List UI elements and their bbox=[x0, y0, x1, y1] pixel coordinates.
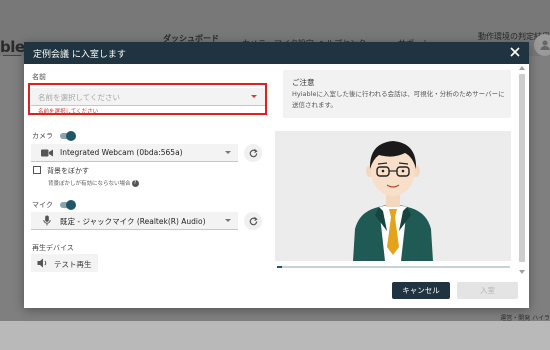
blur-help-note[interactable]: 背景ぼかしが有効にならない場合? bbox=[48, 179, 139, 187]
dialog-title: 定例会議 に入室します bbox=[33, 50, 126, 60]
playback-device-label: 再生デバイス bbox=[32, 244, 74, 252]
camera-device-select[interactable]: Integrated Webcam (0bda:565a) bbox=[31, 144, 238, 162]
mic-label: マイク bbox=[32, 201, 53, 209]
volume-icon bbox=[37, 258, 47, 268]
mic-device-value: 既定 - ジャックマイク (Realtek(R) Audio) bbox=[60, 217, 206, 226]
name-label: 名前 bbox=[32, 73, 46, 81]
help-icon[interactable]: ? bbox=[131, 180, 139, 187]
name-select[interactable]: 名前を選択してください 名前を選択してください bbox=[28, 83, 267, 115]
person-avatar-illustration bbox=[353, 141, 433, 261]
cancel-button[interactable]: キャンセル bbox=[392, 282, 450, 299]
blur-help-note-text: 背景ぼかしが有効にならない場合 bbox=[48, 181, 131, 187]
test-playback-button[interactable]: テスト再生 bbox=[31, 254, 98, 272]
camera-label: カメラ bbox=[32, 132, 53, 140]
enter-room-button[interactable]: 入室 bbox=[457, 282, 518, 299]
chevron-down-icon bbox=[225, 219, 231, 222]
background-blur-label: 背景をぼかす bbox=[47, 167, 89, 175]
privacy-notice: ご注意 Hyiableに入室した後に行われる会話は、可視化・分析のためサーバーに… bbox=[283, 70, 511, 118]
notice-text: Hyiableに入室した後に行われる会話は、可視化・分析のためサーバーに送信され… bbox=[292, 90, 505, 109]
mic-refresh-button[interactable] bbox=[244, 212, 262, 230]
chevron-down-icon bbox=[225, 151, 231, 154]
footer-text: 運営・開発 ハイラ bbox=[500, 315, 550, 322]
close-icon[interactable] bbox=[507, 44, 523, 60]
test-playback-label: テスト再生 bbox=[54, 260, 92, 269]
camera-preview bbox=[275, 131, 511, 261]
notice-title: ご注意 bbox=[292, 78, 315, 87]
refresh-icon bbox=[249, 216, 258, 225]
mic-device-select[interactable]: 既定 - ジャックマイク (Realtek(R) Audio) bbox=[31, 212, 238, 230]
enter-meeting-dialog: 定例会議 に入室します 名前 名前を選択してください 名前を選択してください カ… bbox=[24, 42, 529, 308]
mic-level-fill bbox=[277, 266, 282, 268]
app-logo: ble bbox=[0, 38, 25, 56]
scroll-up-arrow-icon[interactable] bbox=[519, 66, 525, 70]
mic-level-meter bbox=[277, 266, 510, 268]
chevron-down-icon bbox=[251, 95, 257, 98]
scroll-thumb[interactable] bbox=[519, 74, 525, 262]
background-blur-checkbox[interactable] bbox=[33, 166, 41, 174]
scroll-down-arrow-icon[interactable] bbox=[519, 270, 525, 274]
camera-refresh-button[interactable] bbox=[244, 144, 262, 162]
refresh-icon bbox=[249, 148, 258, 157]
dialog-scrollbar[interactable] bbox=[518, 66, 526, 274]
camera-toggle[interactable] bbox=[58, 131, 76, 141]
name-select-field[interactable]: 名前を選択してください bbox=[31, 88, 265, 106]
name-error-text: 名前を選択してください bbox=[38, 109, 99, 115]
page-footer bbox=[0, 321, 550, 350]
camera-device-value: Integrated Webcam (0bda:565a) bbox=[60, 148, 183, 157]
name-placeholder: 名前を選択してください bbox=[38, 93, 121, 102]
mic-toggle[interactable] bbox=[58, 200, 76, 210]
mic-icon bbox=[43, 215, 51, 226]
dialog-header: 定例会議 に入室します bbox=[24, 42, 529, 64]
person-icon[interactable] bbox=[534, 34, 550, 56]
videocam-icon bbox=[41, 149, 53, 157]
